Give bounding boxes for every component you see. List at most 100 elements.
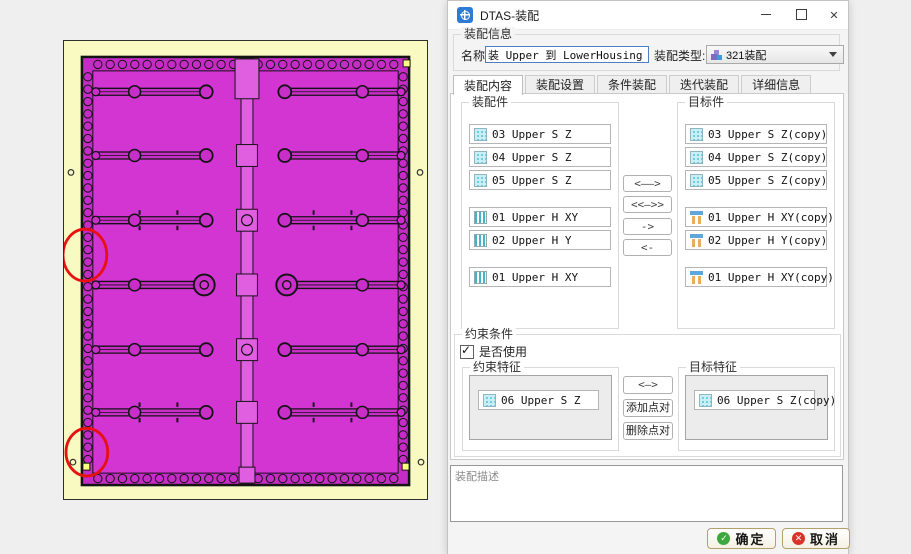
cancel-button[interactable]: ✕ 取消 [782,528,850,549]
part-item-label: 06 Upper S Z(copy) [717,393,837,407]
part-item-label: 05 Upper S Z(copy) [708,173,828,187]
assembly-type-value: 321装配 [726,49,767,62]
part-item-label: 01 Upper H XY(copy) [708,270,834,284]
minimize-icon [761,14,771,15]
assembly-info-label: 装配信息 [461,27,516,41]
part-item[interactable]: 05 Upper S Z [469,170,611,190]
move-left-button[interactable]: <- [623,239,672,256]
use-constraint-checkbox[interactable] [460,343,474,359]
maximize-icon [795,9,807,20]
pin-icon [690,210,703,224]
link-all-button[interactable]: <<—>> [623,196,672,213]
pin-icon [690,233,703,247]
screen: DTAS-装配 装配信息 名称: 装配类型: 321装配 装配内容装配设置条件装… [0,0,911,554]
target-parts-group: 目标件 03 Upper S Z(copy) 04 Upper S Z(copy)… [677,95,835,329]
source-parts-label: 装配件 [469,95,512,109]
cad-viewport[interactable] [63,40,428,500]
target-feature-group: 目标特征 06 Upper S Z(copy) [678,360,836,451]
close-button[interactable] [819,1,849,28]
app-icon [457,7,473,23]
part-item[interactable]: 02 Upper H Y [469,230,611,250]
assembly-type-dropdown[interactable]: 321装配 [706,45,844,64]
tab-conditional-assembly[interactable]: 条件装配 [597,75,668,94]
part-item[interactable]: 03 Upper S Z [469,124,611,144]
x-circle-icon: ✕ [791,532,805,545]
assembly-name-input[interactable] [485,46,649,63]
part-item[interactable]: 06 Upper S Z(copy) [694,390,836,410]
part-item-label: 01 Upper H XY(copy) [708,210,834,224]
hole-icon [474,270,487,284]
tab-bar: 装配内容 装配设置 条件装配 迭代装配 详细信息 [453,75,813,95]
tab-assembly-content[interactable]: 装配内容 [453,75,524,95]
assembly-description-textarea[interactable] [450,465,843,522]
chevron-down-icon [829,52,837,57]
part-item-label: 01 Upper H XY [492,270,579,284]
part-item-label: 04 Upper S Z [492,150,572,164]
part-item[interactable]: 01 Upper H XY(copy) [685,207,834,227]
constraint-buttons: <—> 添加点对 删除点对 [623,376,673,445]
part-item[interactable]: 03 Upper S Z(copy) [685,124,827,144]
target-parts-list: 03 Upper S Z(copy) 04 Upper S Z(copy) 05 U… [685,121,834,287]
part-item-label: 02 Upper H Y [492,233,572,247]
cad-drawing [64,55,425,487]
constraint-label: 约束条件 [462,327,517,341]
surface-icon [690,150,703,164]
constraint-feature-group: 约束特征 06 Upper S Z [462,360,619,451]
part-item-label: 02 Upper H Y(copy) [708,233,828,247]
pair-link-button[interactable]: <—> [623,376,673,394]
part-item[interactable]: 01 Upper H XY [469,267,611,287]
link-pair-button[interactable]: <——> [623,175,672,192]
surface-icon [474,150,487,164]
tab-iterative-assembly[interactable]: 迭代装配 [669,75,740,94]
part-item[interactable]: 01 Upper H XY [469,207,611,227]
part-item[interactable]: 04 Upper S Z [469,147,611,167]
part-item[interactable]: 01 Upper H XY(copy) [685,267,834,287]
dtas-assembly-dialog: DTAS-装配 装配信息 名称: 装配类型: 321装配 装配内容装配设置条件装… [447,0,850,554]
target-feature-inset: 06 Upper S Z(copy) [685,375,836,440]
ok-button[interactable]: ✓ 确定 [707,528,776,549]
assembly-type-icon [710,48,722,61]
part-item-label: 04 Upper S Z(copy) [708,150,828,164]
cancel-button-label: 取消 [809,532,840,547]
part-item-label: 01 Upper H XY [492,210,579,224]
window-title: DTAS-装配 [480,8,540,23]
source-parts-list: 03 Upper S Z 04 Upper S Z 05 Upper S Z 01 U… [469,121,611,287]
close-icon [829,6,838,24]
constraint-feature-inset: 06 Upper S Z [469,375,612,440]
source-parts-group: 装配件 03 Upper S Z 04 Upper S Z 05 Upper S Z… [461,95,619,329]
check-circle-icon: ✓ [717,532,731,545]
type-label: 装配类型: [654,49,706,63]
use-constraint-row: 是否使用 [460,343,527,360]
target-feature-list: 06 Upper S Z(copy) [694,384,836,410]
use-constraint-label: 是否使用 [479,345,528,359]
part-item-label: 03 Upper S Z(copy) [708,127,828,141]
pin-icon [690,270,703,284]
surface-icon [474,173,487,187]
ok-button-label: 确定 [735,532,766,547]
part-item-label: 05 Upper S Z [492,173,572,187]
part-item[interactable]: 02 Upper H Y(copy) [685,230,827,250]
add-point-pair-button[interactable]: 添加点对 [623,399,673,417]
part-item-label: 03 Upper S Z [492,127,572,141]
target-feature-label: 目标特征 [686,360,741,374]
assembly-content-panel: 装配件 03 Upper S Z 04 Upper S Z 05 Upper S Z… [450,93,844,460]
move-right-button[interactable]: -> [623,218,672,235]
constraint-feature-label: 约束特征 [470,360,525,374]
tab-assembly-settings[interactable]: 装配设置 [525,75,596,94]
surface-icon [690,127,703,141]
part-item[interactable]: 06 Upper S Z [478,390,599,410]
hole-icon [474,210,487,224]
remove-point-pair-button[interactable]: 删除点对 [623,422,673,440]
transfer-buttons: <——> <<—>> -> <- [623,175,672,260]
constraint-group: 约束条件 是否使用 约束特征 06 Upper S Z <—> 添加点对 删除点… [454,327,841,457]
maximize-button[interactable] [786,1,816,28]
part-item[interactable]: 04 Upper S Z(copy) [685,147,827,167]
tab-details[interactable]: 详细信息 [741,75,812,94]
part-item-label: 06 Upper S Z [501,393,581,407]
dialog-titlebar[interactable]: DTAS-装配 [448,1,848,30]
surface-icon [699,393,712,407]
surface-icon [474,127,487,141]
part-item[interactable]: 05 Upper S Z(copy) [685,170,827,190]
minimize-button[interactable] [751,1,781,28]
hole-icon [474,233,487,247]
